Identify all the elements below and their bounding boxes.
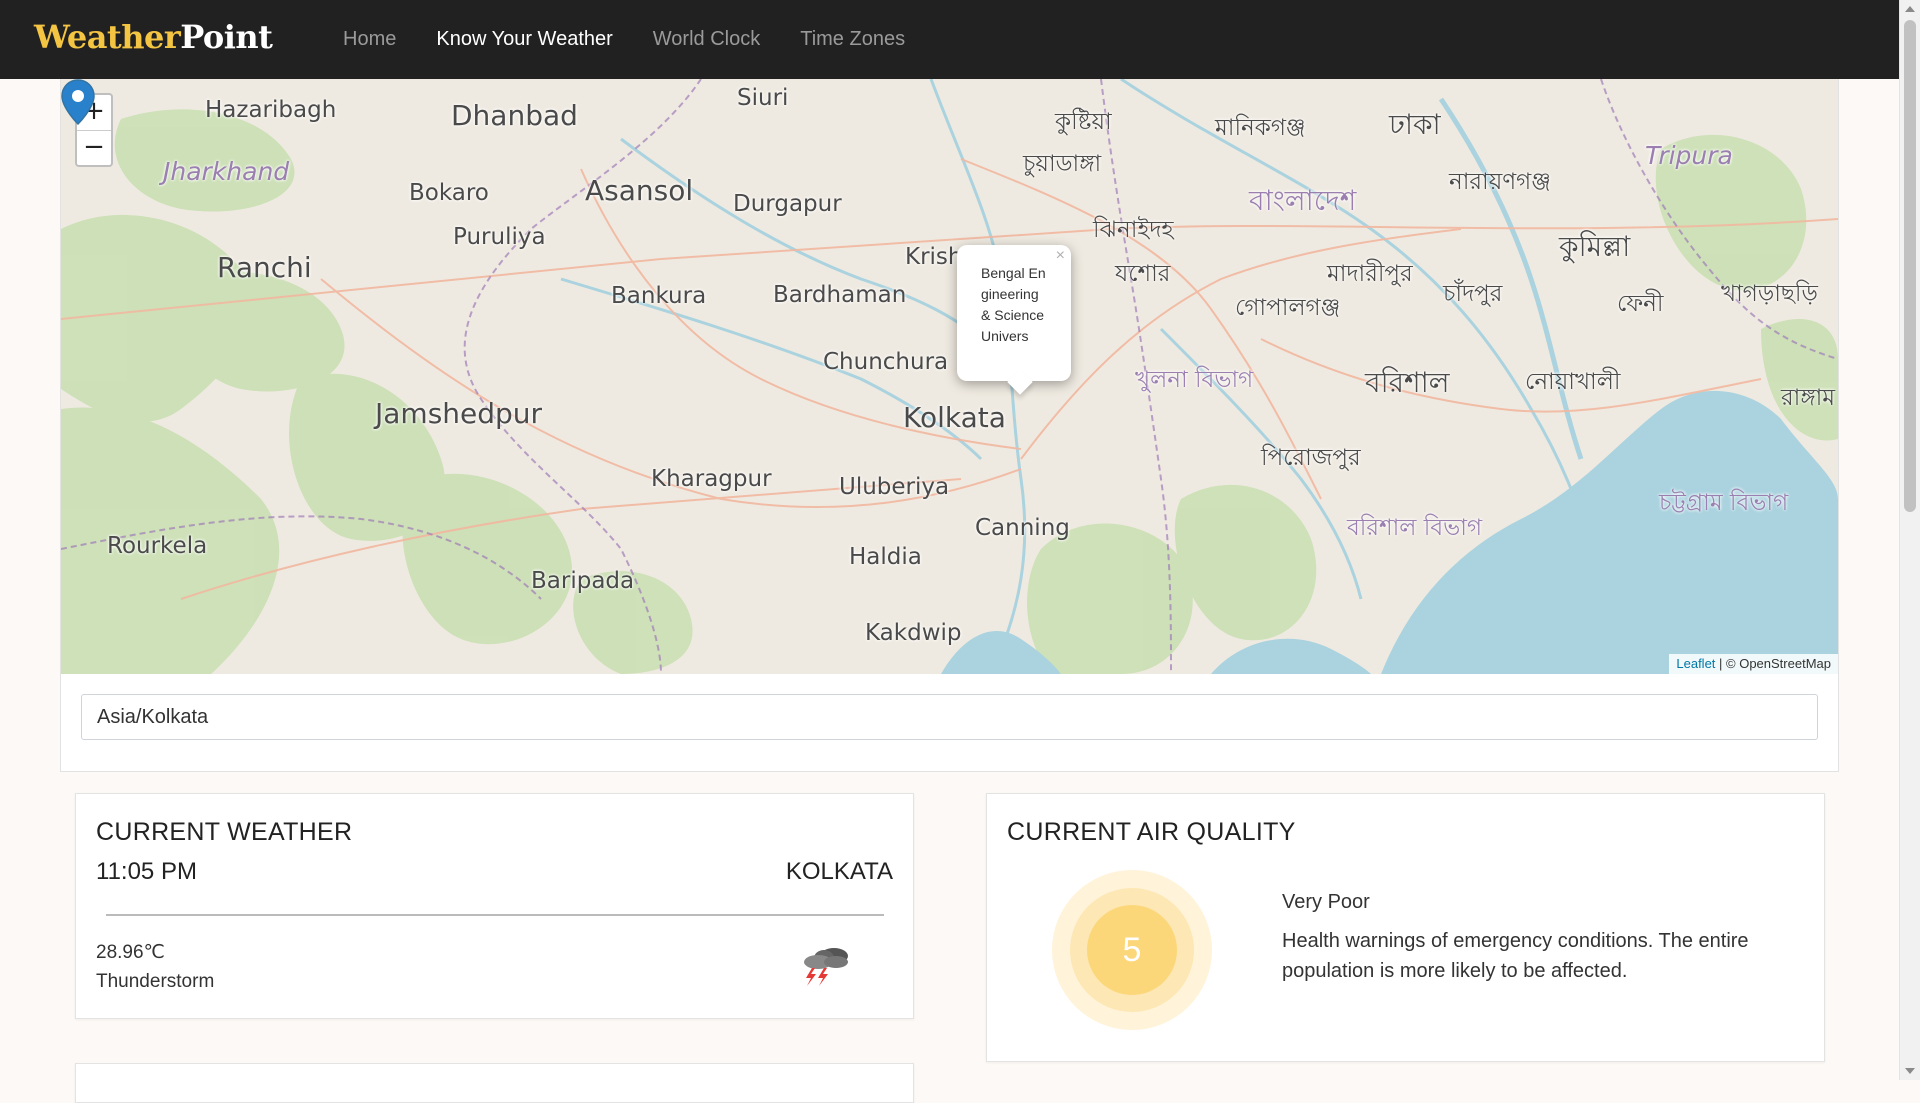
map-attribution: Leaflet | © OpenStreetMap: [1669, 654, 1838, 674]
map-label-asansol: Asansol: [585, 174, 694, 207]
map-label-dhanbad: Dhanbad: [451, 99, 578, 132]
map-label-chandpur: চাঁদপুর: [1443, 281, 1503, 307]
current-weather-card: CURRENT WEATHER 11:05 PM KOLKATA 28.96℃ …: [75, 793, 914, 1019]
map-label-jharkhand: Jharkhand: [163, 157, 290, 186]
nav-time-zones[interactable]: Time Zones: [800, 28, 905, 51]
weather-divider: [106, 914, 884, 916]
timezone-input[interactable]: [81, 694, 1818, 740]
weather-condition: Thunderstorm: [96, 971, 215, 992]
popup-close-icon[interactable]: ×: [1056, 247, 1065, 265]
brand-part-1: Weather: [34, 18, 181, 56]
map-label-jamshedpur: Jamshedpur: [375, 397, 543, 430]
nav-know-your-weather[interactable]: Know Your Weather: [436, 28, 612, 51]
map-label-bokaro: Bokaro: [409, 180, 489, 206]
map-label-puruliya: Puruliya: [453, 224, 546, 250]
map-label-haldia: Haldia: [849, 544, 922, 570]
map-label-kharagpur: Kharagpur: [651, 466, 772, 492]
map-label-baripada: Baripada: [531, 568, 635, 594]
scroll-thumb[interactable]: [1904, 20, 1916, 512]
scroll-up-arrow-icon[interactable]: [1905, 6, 1915, 12]
nav-links: Home Know Your Weather World Clock Time …: [343, 28, 905, 51]
aqi-indicator: 5: [1052, 870, 1212, 1030]
thunderstorm-icon: [804, 948, 848, 986]
map-label-chuadanga: চুয়াডাঙ্গা: [1023, 151, 1102, 177]
map-label-narayanganj: নারায়ণগঞ্জ: [1449, 169, 1551, 195]
aqi-value: 5: [1087, 905, 1177, 995]
map-label-rourkela: Rourkela: [107, 533, 208, 559]
aqi-level: Very Poor: [1282, 891, 1370, 913]
weather-card-title: CURRENT WEATHER: [96, 818, 353, 846]
map-card: Siuri Hazaribagh Dhanbad Jharkhand Bokar…: [60, 79, 1839, 772]
map-label-bangladesh: বাংলাদেশ: [1249, 184, 1357, 217]
map-label-gopalganj: গোপালগঞ্জ: [1235, 295, 1341, 321]
next-card: [75, 1063, 914, 1103]
map-label-hazaribagh: Hazaribagh: [205, 97, 337, 123]
map-label-manikganj: মানিকগঞ্জ: [1215, 115, 1306, 141]
weather-time: 11:05 PM: [96, 858, 197, 885]
map-label-jessore: যশোর: [1115, 261, 1171, 287]
weather-city: KOLKATA: [785, 858, 893, 885]
map-label-feni: ফেনী: [1617, 291, 1664, 317]
brand-logo[interactable]: WeatherPoint: [34, 18, 273, 56]
map-label-chattogram-division: চট্টগ্রাম বিভাগ: [1659, 490, 1789, 516]
map-label-kushtia: কুষ্টিয়া: [1055, 109, 1112, 135]
weather-temperature: 28.96℃: [96, 942, 165, 963]
map-label-bankura: Bankura: [611, 283, 707, 309]
map-label-chunchura: Chunchura: [823, 349, 949, 375]
map-label-tripura: Tripura: [1645, 141, 1733, 170]
map-view[interactable]: Siuri Hazaribagh Dhanbad Jharkhand Bokar…: [61, 79, 1838, 674]
air-quality-card: CURRENT AIR QUALITY 5 Very Poor Health w…: [986, 793, 1825, 1062]
map-label-khagrachhari: খাগড়াছড়ি: [1721, 281, 1818, 307]
map-popup: Bengal Engineering& Science Univers ×: [957, 245, 1071, 395]
map-label-ranchi: Ranchi: [217, 251, 312, 284]
map-label-khulna-division: খুলনা বিভাগ: [1135, 367, 1254, 393]
map-label-canning: Canning: [975, 515, 1070, 541]
brand-part-2: Point: [180, 18, 273, 56]
aqi-description: Health warnings of emergency conditions.…: [1282, 930, 1749, 982]
air-quality-title: CURRENT AIR QUALITY: [1007, 818, 1296, 846]
map-label-cumilla: কুমিল্লা: [1559, 230, 1631, 263]
map-label-noakhali: নোয়াখালী: [1525, 369, 1621, 395]
map-label-uluberiya: Uluberiya: [839, 474, 950, 500]
zoom-out-button[interactable]: −: [77, 130, 111, 165]
map-label-barishal: বরিশাল: [1365, 366, 1450, 399]
map-label-siuri: Siuri: [737, 85, 789, 111]
nav-home[interactable]: Home: [343, 28, 396, 51]
map-label-durgapur: Durgapur: [733, 191, 842, 217]
map-label-dhaka: ঢাকা: [1389, 108, 1441, 141]
location-marker-icon[interactable]: [61, 79, 95, 133]
popup-text: Bengal Engineering& Science Univers: [981, 265, 1046, 344]
map-label-kakdwip: Kakdwip: [865, 620, 962, 646]
map-label-pirojpur: পিরোজপুর: [1261, 445, 1361, 471]
nav-world-clock[interactable]: World Clock: [653, 28, 760, 51]
map-label-bardhaman: Bardhaman: [773, 282, 907, 308]
map-label-rangamati: রাঙ্গাম: [1781, 385, 1836, 411]
top-navbar: WeatherPoint Home Know Your Weather Worl…: [0, 0, 1899, 79]
map-label-barishal-division: বরিশাল বিভাগ: [1347, 515, 1483, 541]
map-label-krish: Krish: [905, 244, 963, 270]
attribution-text: | © OpenStreetMap: [1715, 656, 1831, 671]
scroll-down-arrow-icon[interactable]: [1905, 1068, 1915, 1074]
page-scrollbar[interactable]: [1899, 0, 1920, 1080]
leaflet-link[interactable]: Leaflet: [1676, 656, 1715, 671]
map-label-jhenaidah: ঝিনাইদহ: [1093, 217, 1174, 243]
map-label-kolkata: Kolkata: [903, 401, 1006, 434]
